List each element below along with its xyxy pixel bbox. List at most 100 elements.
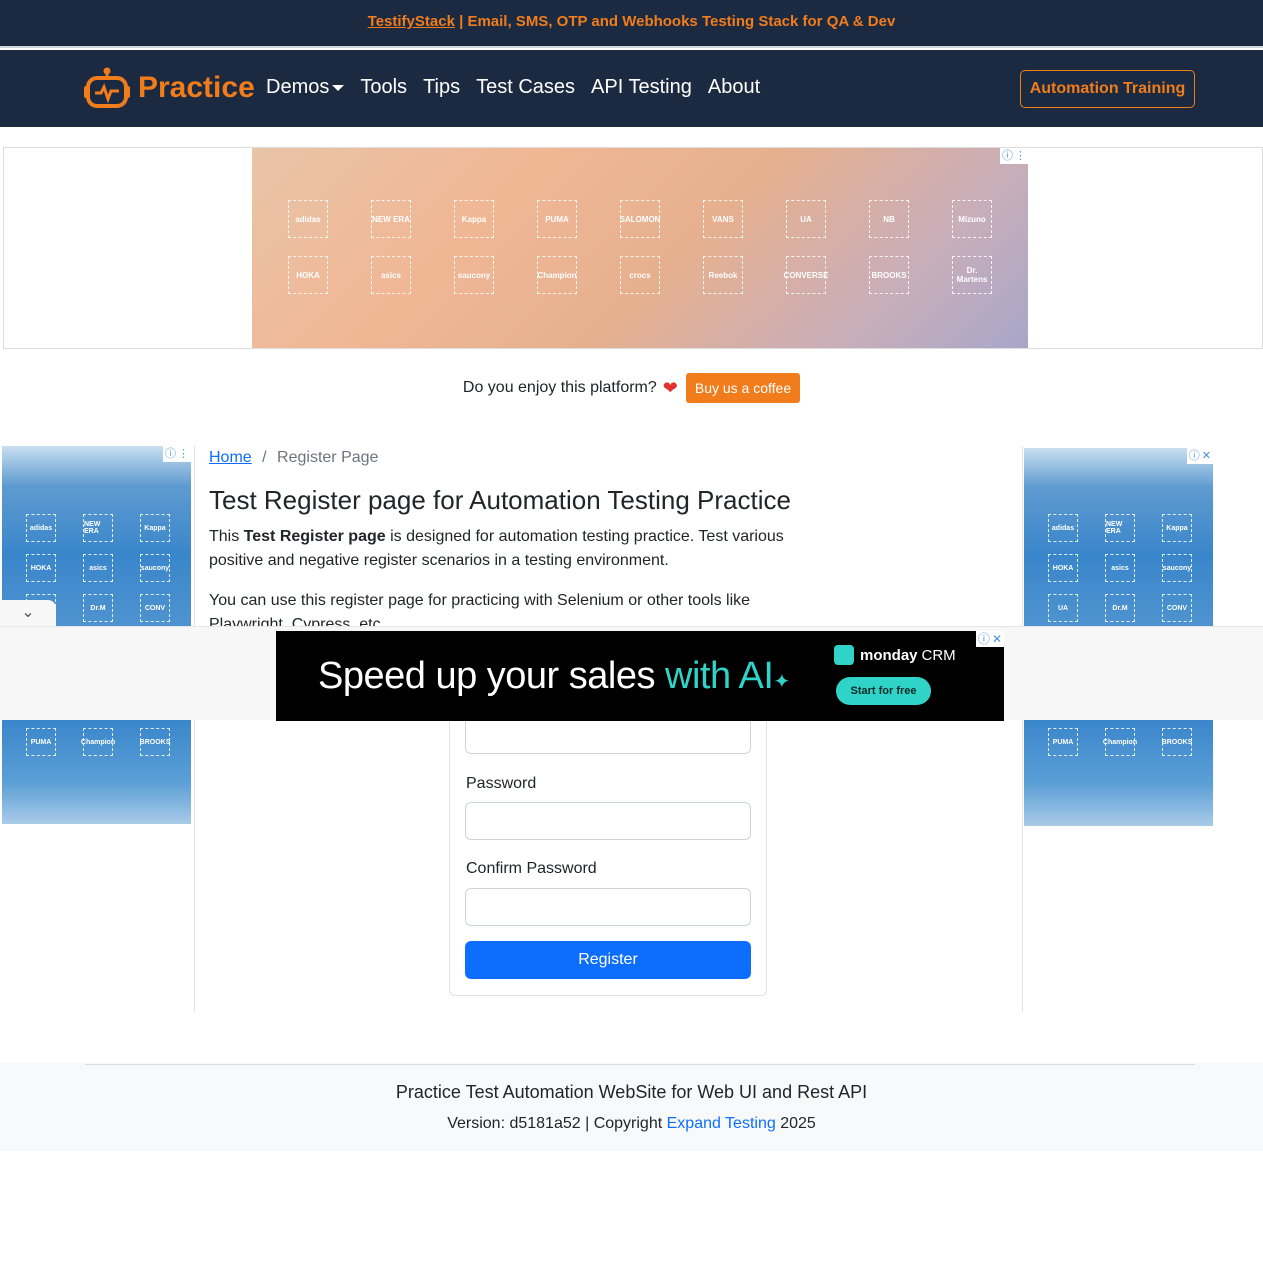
headline-prefix: Speed up your sales — [318, 655, 666, 697]
ad-brand-logo: HOKA — [26, 554, 56, 582]
ad-brand-logo: BROOKS — [140, 728, 170, 756]
ad-brand-logo: Champion — [81, 728, 115, 756]
register-button[interactable]: Register — [465, 941, 751, 979]
ad-menu-icon[interactable]: ⋮ — [178, 447, 189, 461]
ad-brand-logo: PUMA — [537, 200, 577, 238]
monday-logo-icon — [834, 645, 854, 665]
promo-link[interactable]: TestifyStack — [368, 13, 455, 30]
monday-brand: monday CRM — [834, 645, 956, 665]
ad-brand-logo: Champion — [1103, 728, 1137, 756]
right-side-ad-bottom[interactable]: PUMA Champion BROOKS — [1024, 720, 1213, 826]
ad-brand-logo: asics — [1105, 554, 1135, 582]
brand-link[interactable]: Practice — [84, 66, 255, 110]
ad-brand-logo: asics — [83, 554, 113, 582]
ad-brand-logo: adidas — [26, 514, 56, 542]
buy-coffee-button[interactable]: Buy us a coffee — [685, 373, 801, 403]
page-title: Test Register page for Automation Testin… — [209, 485, 791, 515]
ad-brand-logo: CONV — [1162, 594, 1192, 622]
ad-brand-logo: HOKA — [288, 256, 328, 294]
ad-brand-logo: NEW ERA — [1105, 514, 1135, 542]
ad-brand-logo: Reebok — [703, 256, 743, 294]
start-for-free-button[interactable]: Start for free — [836, 677, 931, 705]
ad-brand-logo: SALOMON — [620, 200, 660, 238]
ad-brand-logo: NEW ERA — [83, 514, 113, 542]
sticky-ad-headline: Speed up your sales with AI✦ — [318, 655, 790, 698]
nav-tools[interactable]: Tools — [360, 76, 407, 99]
ad-brand-logo: CONV — [140, 594, 170, 622]
username-input[interactable] — [465, 716, 751, 754]
ad-brand-logo: UA — [1048, 594, 1078, 622]
ad-brand-logo: VANS — [703, 200, 743, 238]
ad-brand-logo: asics — [371, 256, 411, 294]
automation-training-button[interactable]: Automation Training — [1020, 70, 1195, 108]
promo-bar: TestifyStack | Email, SMS, OTP and Webho… — [0, 0, 1263, 48]
nav-links: Demos Tools Tips Test Cases API Testing … — [266, 76, 760, 99]
headline-ai: with AI — [665, 655, 774, 697]
left-ad-controls: ⓘ ⋮ — [163, 446, 191, 462]
footer-company-link[interactable]: Expand Testing — [667, 1115, 776, 1132]
heart-icon: ❤ — [662, 377, 678, 398]
ad-brand-logo: PUMA — [26, 728, 56, 756]
ad-brand-logo: HOKA — [1048, 554, 1078, 582]
breadcrumb: Home / Register Page — [209, 449, 378, 467]
ad-close-icon[interactable]: ✕ — [1202, 449, 1211, 463]
ad-controls: ⓘ ⋮ — [1000, 148, 1028, 164]
ad-brand-logo: UA — [786, 200, 826, 238]
navbar: Practice Demos Tools Tips Test Cases API… — [0, 50, 1263, 127]
ad-info-icon[interactable]: ⓘ — [1189, 449, 1200, 463]
right-ad-controls: ⓘ ✕ — [1186, 448, 1213, 464]
ad-info-icon[interactable]: ⓘ — [165, 447, 176, 461]
ad-brand-logo: adidas — [1048, 514, 1078, 542]
caret-down-icon — [332, 84, 345, 91]
left-side-ad-top[interactable]: adidasNEW ERAKappaHOKAasicssauconyUADr.M… — [2, 446, 191, 626]
chevron-down-icon: ⌄ — [21, 604, 35, 621]
breadcrumb-current: Register Page — [277, 449, 379, 466]
ad-info-icon[interactable]: ⓘ — [1002, 149, 1013, 163]
confirm-password-input[interactable] — [465, 888, 751, 926]
nav-tips[interactable]: Tips — [423, 76, 460, 99]
ad-brand-logo: Champion — [537, 256, 577, 294]
ad-brand-logo: Kappa — [140, 514, 170, 542]
nav-test-cases[interactable]: Test Cases — [476, 76, 575, 99]
right-ad-brand-grid: adidas NEW ERA Kappa HOKA asics saucony UA Dr.M… — [1048, 514, 1192, 622]
ad-brand-logo: BROOKS — [1162, 728, 1192, 756]
left-side-ad-bottom[interactable]: PUMA Champion BROOKS — [2, 720, 191, 824]
footer-title: Practice Test Automation WebSite for Web… — [395, 1082, 868, 1102]
breadcrumb-home[interactable]: Home — [209, 449, 252, 466]
ad-brand-logo: Kappa — [454, 200, 494, 238]
ad-brand-logo: CONVERSE — [784, 256, 828, 294]
ad-brand-logo: Mizuno — [952, 200, 992, 238]
left-ad-brand-grid-bottom: PUMA Champion BROOKS — [26, 728, 170, 756]
right-ad-brand-grid-bottom: PUMA Champion BROOKS — [1048, 728, 1192, 756]
ad-brand-logo: NEW ERA — [371, 200, 411, 238]
ad-brand-logo: PUMA — [1048, 728, 1078, 756]
ad-close-icon[interactable]: ✕ — [992, 631, 1002, 647]
sticky-ad-banner[interactable]: Speed up your sales with AI✦ monday CRM … — [276, 631, 1004, 721]
ad-brand-logo: adidas — [288, 200, 328, 238]
intro-prefix: This — [209, 528, 244, 545]
top-ad-banner[interactable]: adidas NEW ERA Kappa PUMA SALOMON VANS UA NB Miz… — [252, 148, 1028, 348]
nav-about[interactable]: About — [708, 76, 760, 99]
coffee-question: Do you enjoy this platform? — [462, 379, 657, 396]
ad-menu-icon[interactable]: ⋮ — [1015, 149, 1026, 163]
right-side-ad-top[interactable]: adidas NEW ERA Kappa HOKA asics saucony UA Dr.M… — [1024, 448, 1213, 626]
sparkle-icon: ✦ — [773, 671, 790, 693]
nav-demos-label: Demos — [266, 76, 330, 98]
footer — [0, 1063, 1263, 1151]
monday-name: monday — [860, 646, 918, 664]
ad-brand-logo: NB — [869, 200, 909, 238]
nav-demos[interactable]: Demos — [266, 76, 345, 99]
left-column-divider — [194, 446, 195, 1012]
nav-api-testing[interactable]: API Testing — [591, 76, 692, 99]
tools-paragraph: You can use this register page for pract… — [209, 592, 751, 627]
ad-info-icon[interactable]: ⓘ — [978, 631, 990, 647]
monday-crm: CRM — [921, 646, 956, 664]
ad-brand-logo: crocs — [620, 256, 660, 294]
breadcrumb-separator: / — [262, 449, 267, 466]
promo-text: | Email, SMS, OTP and Webhooks Testing S… — [454, 13, 896, 30]
collapse-ad-button[interactable]: ⌄ — [0, 600, 56, 626]
password-input[interactable] — [465, 802, 751, 840]
ad-brand-logo: Dr.M — [1105, 594, 1135, 622]
ad-brand-logo: Dr.M — [83, 594, 113, 622]
footer-version: Version: d5181a52 | Copyright — [447, 1115, 667, 1132]
